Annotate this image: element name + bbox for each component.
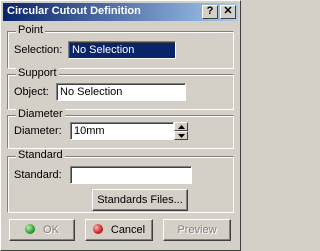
spin-down-button[interactable] [174,131,188,140]
object-field[interactable]: No Selection [56,83,186,101]
diameter-group-label: Diameter [16,108,65,120]
cancel-label: Cancel [110,224,146,236]
diameter-label: Diameter: [14,125,62,137]
support-group-label: Support [16,67,59,79]
close-button[interactable]: ✕ [220,5,236,19]
spin-up-icon [178,125,185,129]
standard-group: Standard Standard: Standards Files... [7,149,234,213]
diameter-group: Diameter Diameter: 10mm [7,108,234,149]
preview-button[interactable]: Preview [163,219,231,241]
point-group-label: Point [16,24,46,36]
object-label: Object: [14,86,49,98]
diameter-spinner[interactable] [174,122,188,140]
cancel-button[interactable]: Cancel [85,219,153,241]
diameter-field[interactable]: 10mm [70,122,174,140]
selection-field[interactable]: No Selection [68,41,176,59]
standard-group-label: Standard [16,149,65,161]
point-group: Point Selection: No Selection [7,24,234,69]
title-bar[interactable]: Circular Cutout Definition ? ✕ [3,3,238,21]
ok-button[interactable]: OK [9,219,75,241]
cancel-icon [92,224,103,234]
standards-files-button[interactable]: Standards Files... [92,189,188,211]
spin-up-button[interactable] [174,122,188,131]
support-group: Support Object: No Selection [7,67,234,110]
help-button[interactable]: ? [202,5,218,19]
dialog-window: Circular Cutout Definition ? ✕ Point Sel… [0,0,241,251]
standard-label: Standard: [14,169,62,181]
selection-label: Selection: [14,44,63,56]
spin-down-icon [178,134,185,138]
standard-field[interactable] [70,166,192,184]
window-title: Circular Cutout Definition [7,5,141,17]
ok-icon [25,224,36,234]
ok-label: OK [43,224,59,236]
